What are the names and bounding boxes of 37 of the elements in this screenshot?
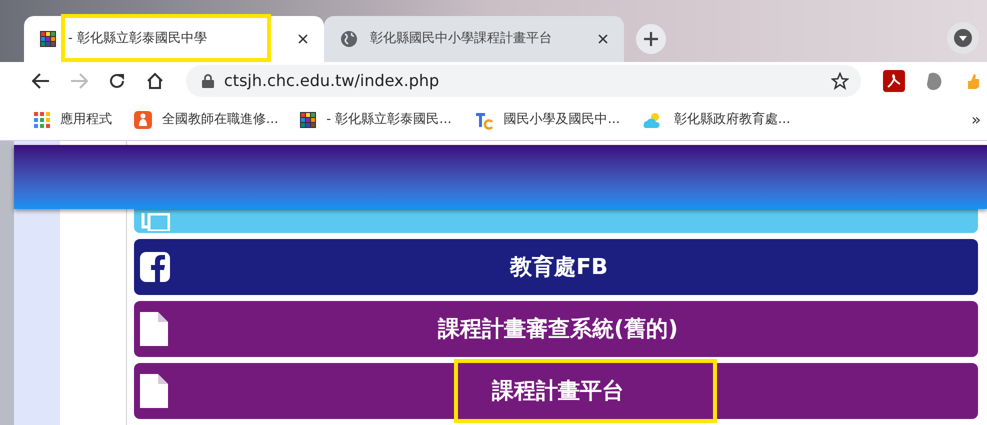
tab-search-button[interactable]	[947, 22, 979, 54]
globe-icon	[340, 30, 358, 48]
document-icon	[140, 312, 168, 346]
lock-icon	[202, 74, 214, 88]
bookmark-item[interactable]: - 彰化縣立彰泰國民...	[300, 110, 452, 130]
figure-icon	[134, 111, 152, 129]
tab-title: 彰化縣國民中小學課程計畫平台	[370, 30, 553, 48]
menu-link[interactable]: 課程計畫審查系統(舊的)	[134, 301, 978, 357]
plus-icon	[644, 32, 658, 46]
close-icon[interactable]	[298, 34, 308, 44]
apps-grid-icon	[34, 112, 50, 128]
reload-icon[interactable]	[108, 72, 126, 90]
bookmark-item[interactable]: 彰化縣政府教育處...	[642, 110, 790, 130]
url-text: ctsjh.chc.edu.tw/index.php	[224, 70, 440, 92]
bookmark-item[interactable]: 全國教師在職進修...	[134, 110, 278, 130]
grid-icon	[40, 31, 56, 47]
bookmarks-overflow[interactable]: »	[971, 108, 981, 132]
close-icon[interactable]	[598, 34, 608, 44]
new-tab-button[interactable]	[636, 24, 666, 54]
address-bar[interactable]: ctsjh.chc.edu.tw/index.php	[186, 65, 861, 97]
browser-tab[interactable]: - 彰化縣立彰泰國民中學	[24, 16, 324, 62]
grid-icon	[300, 112, 316, 128]
window-icon	[140, 213, 170, 231]
pdf-extension-icon[interactable]	[883, 70, 905, 92]
back-icon[interactable]	[32, 73, 50, 89]
logo-icon	[474, 110, 494, 130]
browser-tab[interactable]: 彰化縣國民中小學課程計畫平台	[324, 16, 624, 62]
facebook-icon	[140, 252, 170, 282]
home-icon[interactable]	[146, 72, 164, 90]
caret-icon	[954, 29, 972, 47]
tab-title: - 彰化縣立彰泰國民中學	[68, 30, 208, 48]
document-icon	[140, 374, 168, 408]
menu-link[interactable]: 教育處FB	[134, 239, 978, 295]
bookmark-item[interactable]: 應用程式	[34, 110, 112, 130]
bookmark-item[interactable]: 國民小學及國民中...	[474, 110, 620, 130]
star-icon[interactable]	[831, 72, 849, 90]
thumbs-up-icon[interactable]	[965, 73, 979, 89]
